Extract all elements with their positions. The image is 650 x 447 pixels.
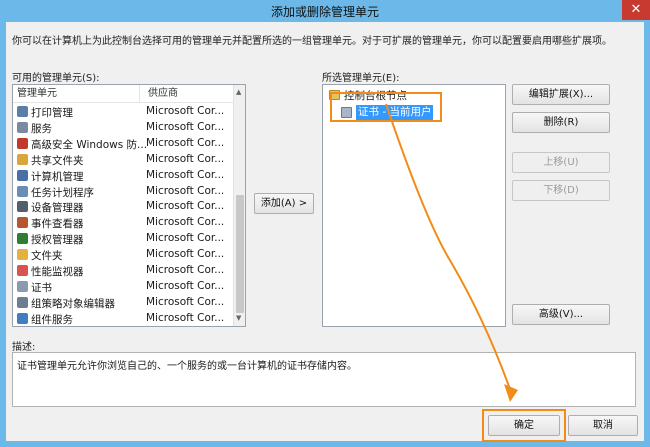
close-button[interactable]: ✕ [622,0,650,20]
title-bar[interactable]: 添加或删除管理单元 ✕ [0,0,650,22]
dialog-client-area: 你可以在计算机上为此控制台选择可用的管理单元并配置所选的一组管理单元。对于可扩展… [6,22,644,442]
annotation-arrow [385,103,518,402]
dialog-window: 添加或删除管理单元 ✕ 你可以在计算机上为此控制台选择可用的管理单元并配置所选的… [0,0,650,447]
window-title: 添加或删除管理单元 [270,5,379,19]
